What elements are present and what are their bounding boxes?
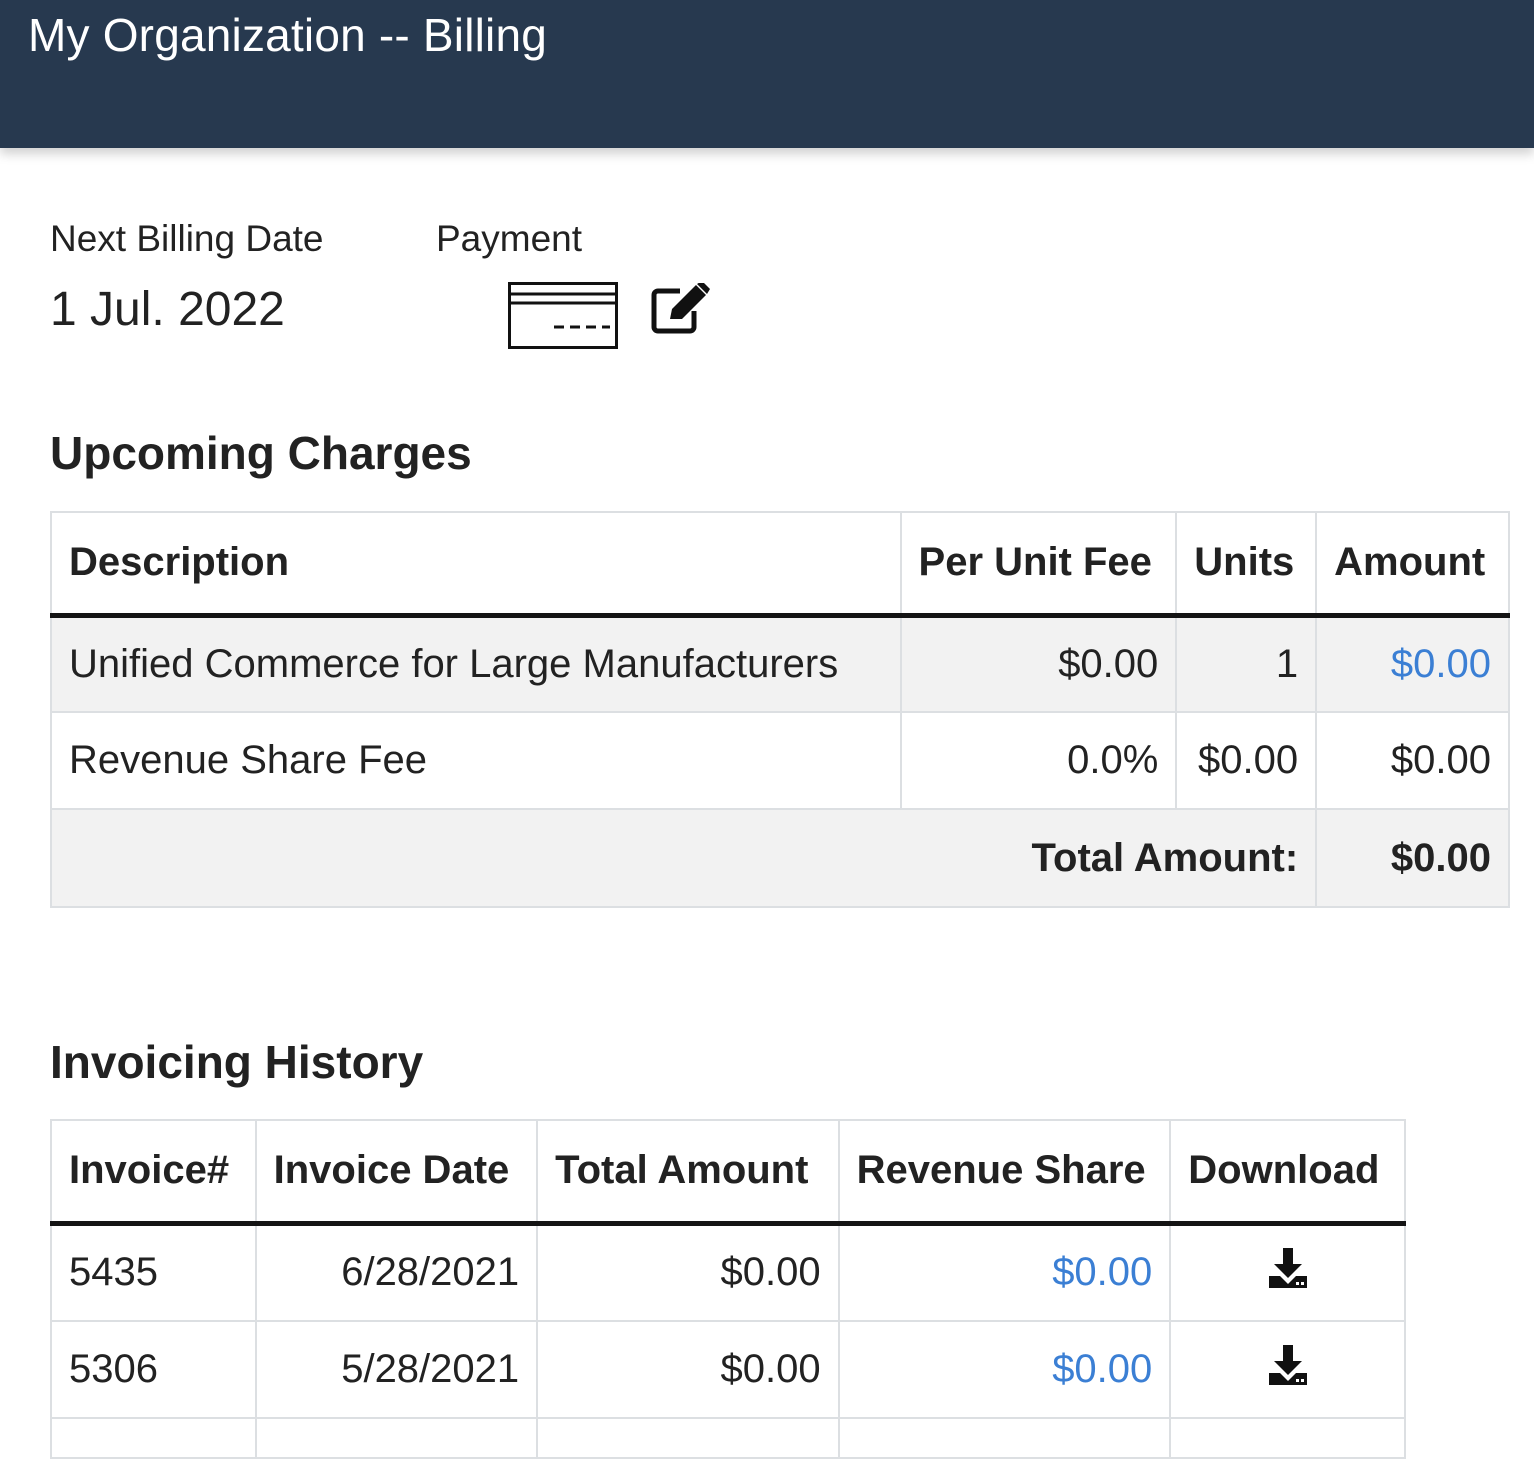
column-header-description: Description — [50, 511, 902, 618]
invoice-date: 6/28/2021 — [254, 1222, 539, 1322]
page-title: My Organization -- Billing — [28, 9, 548, 61]
charge-units: $0.00 — [1175, 711, 1318, 810]
charge-per-unit-fee: $0.00 — [899, 614, 1178, 713]
edit-icon — [651, 281, 710, 334]
invoice-revenue-share-link[interactable]: $0.00 — [837, 1222, 1172, 1322]
table-header-row: Description Per Unit Fee Units Amount — [50, 511, 1510, 618]
charge-amount: $0.00 — [1315, 711, 1510, 810]
total-amount-label: Total Amount: — [49, 808, 1318, 908]
charge-per-unit-fee: 0.0% — [899, 711, 1178, 810]
invoice-total-amount: $0.00 — [536, 1222, 840, 1322]
download-button[interactable] — [1266, 1343, 1310, 1397]
invoicing-history-title: Invoicing History — [50, 1036, 424, 1088]
edit-payment-button[interactable] — [650, 281, 712, 340]
total-amount-value: $0.00 — [1315, 808, 1510, 908]
charge-amount-link[interactable]: $0.00 — [1315, 614, 1510, 713]
column-header-total-amount: Total Amount — [536, 1119, 840, 1226]
upcoming-charges-title: Upcoming Charges — [50, 427, 472, 479]
table-row: Unified Commerce for Large Manufacturers… — [50, 614, 1510, 713]
download-icon — [1268, 1247, 1307, 1288]
column-header-invoice-date: Invoice Date — [254, 1119, 539, 1226]
charge-description: Unified Commerce for Large Manufacturers — [50, 614, 902, 713]
invoice-number: 5306 — [50, 1320, 257, 1419]
table-row: Revenue Share Fee 0.0% $0.00 $0.00 — [50, 711, 1510, 810]
credit-card-icon — [508, 282, 618, 355]
download-cell — [1169, 1222, 1406, 1322]
invoicing-history-table: Invoice# Invoice Date Total Amount Reven… — [50, 1119, 1406, 1459]
invoice-date: 5/28/2021 — [254, 1320, 539, 1419]
payment-label: Payment — [436, 218, 583, 259]
column-header-per-unit-fee: Per Unit Fee — [899, 511, 1178, 618]
charge-units: 1 — [1175, 614, 1318, 713]
download-icon — [1268, 1344, 1307, 1385]
charge-description: Revenue Share Fee — [50, 711, 902, 810]
download-button[interactable] — [1266, 1246, 1310, 1300]
download-cell — [1169, 1320, 1406, 1419]
next-billing-date-label: Next Billing Date — [50, 218, 324, 259]
upcoming-charges-table: Description Per Unit Fee Units Amount Un… — [49, 511, 1510, 908]
table-row-partial — [50, 1417, 1406, 1459]
invoice-total-amount: $0.00 — [536, 1320, 840, 1419]
column-header-download: Download — [1169, 1119, 1406, 1226]
table-row: 5435 6/28/2021 $0.00 $0.00 — [50, 1222, 1406, 1322]
invoice-revenue-share-link[interactable]: $0.00 — [837, 1320, 1172, 1419]
table-row: 5306 5/28/2021 $0.00 $0.00 — [50, 1320, 1406, 1419]
column-header-invoice-number: Invoice# — [50, 1119, 257, 1226]
total-row: Total Amount: $0.00 — [49, 808, 1510, 908]
column-header-revenue-share: Revenue Share — [837, 1119, 1172, 1226]
column-header-units: Units — [1175, 511, 1318, 618]
table-header-row: Invoice# Invoice Date Total Amount Reven… — [50, 1119, 1406, 1226]
invoice-number: 5435 — [50, 1222, 257, 1322]
page-header: My Organization -- Billing — [0, 0, 1534, 148]
next-billing-date-value: 1 Jul. 2022 — [50, 283, 285, 336]
column-header-amount: Amount — [1315, 511, 1510, 618]
